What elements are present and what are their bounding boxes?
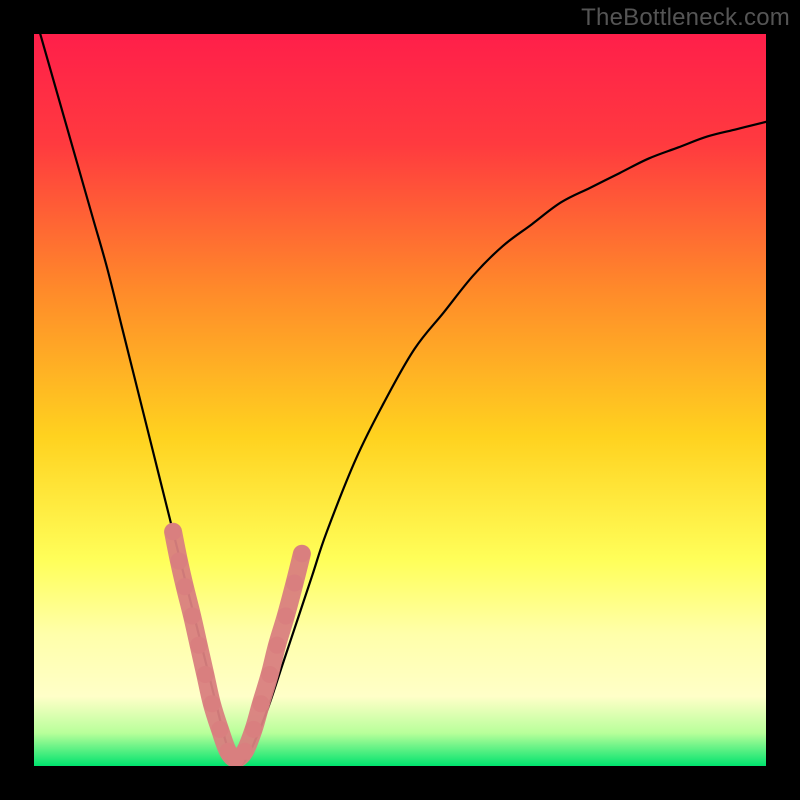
highlighted-point [203, 695, 220, 712]
highlighted-point [184, 607, 201, 624]
highlighted-point [252, 695, 269, 712]
highlighted-point [190, 637, 207, 654]
highlighted-point [268, 637, 285, 654]
highlighted-point [211, 721, 228, 738]
highlighted-point [176, 578, 193, 595]
plot-background [34, 34, 766, 766]
highlighted-point [261, 666, 278, 683]
highlighted-point [277, 607, 294, 624]
highlighted-point [245, 721, 262, 738]
bottleneck-chart [0, 0, 800, 800]
highlighted-point [165, 523, 182, 540]
highlighted-point [197, 666, 214, 683]
highlighted-point [286, 574, 303, 591]
highlighted-point [170, 552, 187, 569]
highlighted-point [236, 743, 253, 760]
chart-stage: TheBottleneck.com [0, 0, 800, 800]
highlighted-point [293, 545, 310, 562]
watermark-text: TheBottleneck.com [581, 4, 790, 32]
